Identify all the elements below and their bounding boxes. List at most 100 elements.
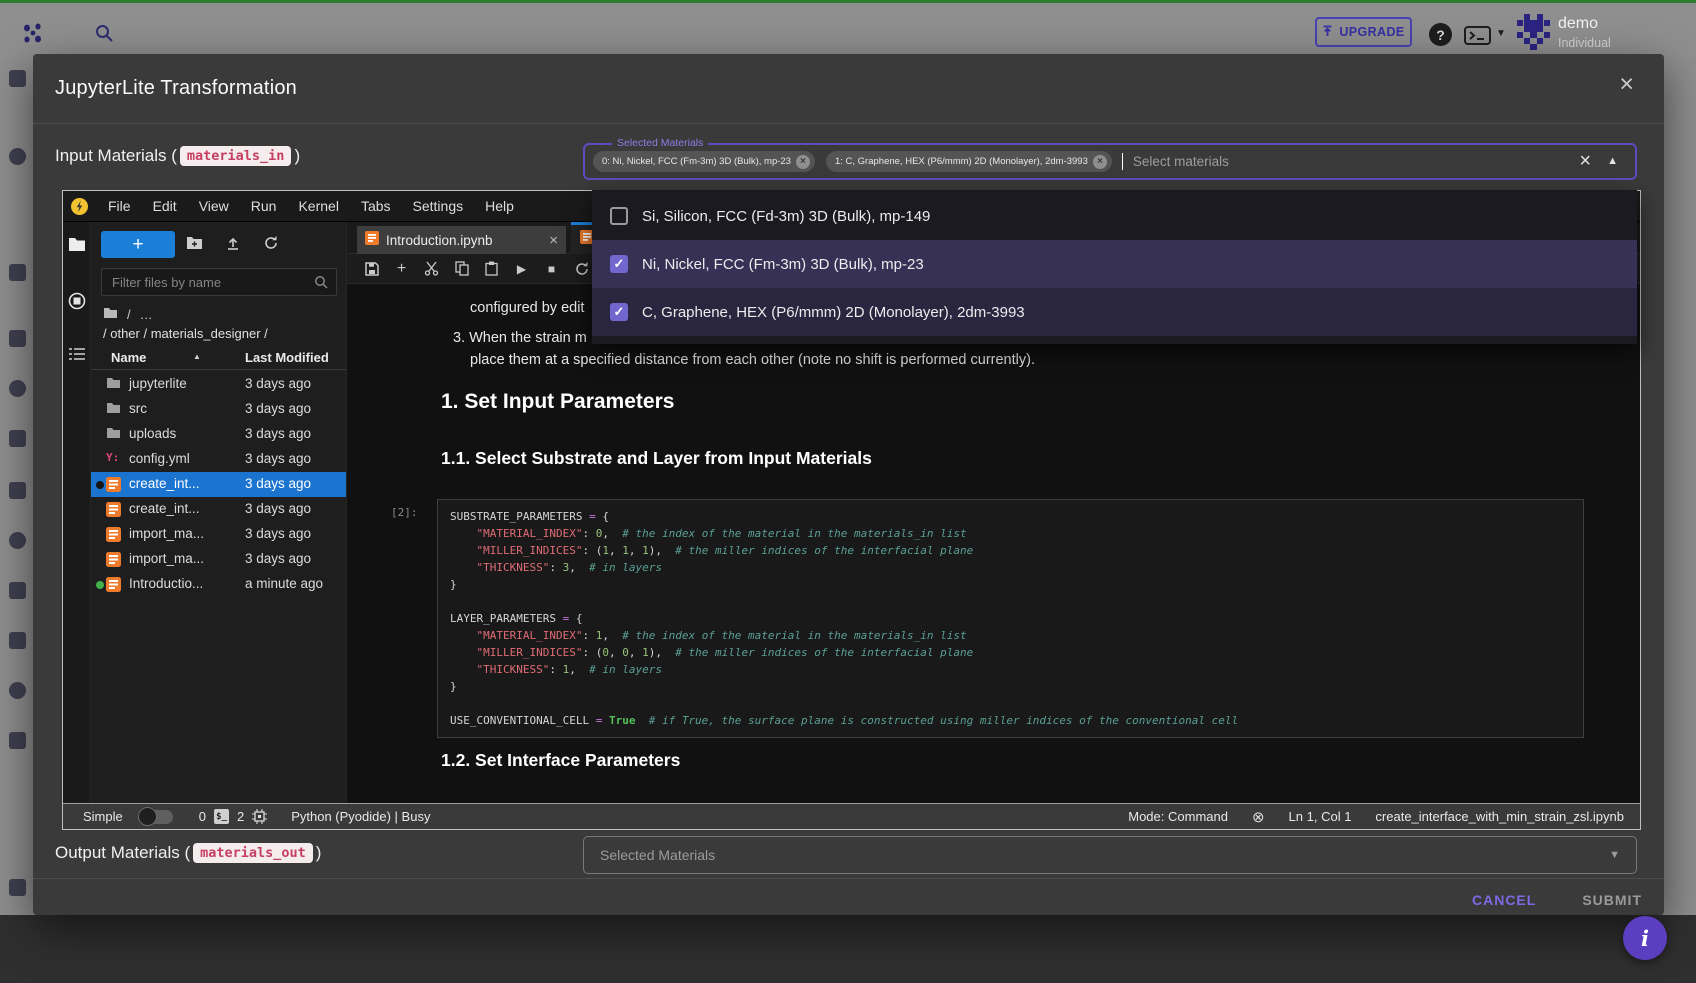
new-launcher-button[interactable]: + — [101, 231, 175, 258]
selected-materials-field[interactable]: Selected Materials 0: Ni, Nickel, FCC (F… — [583, 143, 1637, 180]
avatar[interactable] — [1517, 14, 1550, 56]
file-name: config.yml — [129, 451, 190, 466]
chip-label: 1: C, Graphene, HEX (P6/mmm) 2D (Monolay… — [835, 156, 1088, 167]
kernel-status[interactable]: Python (Pyodide) | Busy — [291, 809, 430, 824]
file-browser-icon[interactable] — [68, 237, 86, 257]
file-modified: 3 days ago — [245, 526, 311, 541]
upgrade-button[interactable]: UPGRADE — [1315, 17, 1412, 47]
running-sessions-icon[interactable] — [68, 292, 86, 315]
submit-button[interactable]: SUBMIT — [1582, 892, 1642, 908]
material-option[interactable]: Si, Silicon, FCC (Fd-3m) 3D (Bulk), mp-1… — [592, 192, 1637, 240]
file-row[interactable]: src 3 days ago — [91, 397, 346, 422]
chevron-up-icon[interactable]: ▲ — [1607, 155, 1618, 167]
background-app-icon — [9, 264, 26, 281]
checkbox-checked-icon[interactable]: ✓ — [610, 303, 628, 321]
simple-mode-toggle[interactable] — [139, 810, 173, 824]
home-folder-icon[interactable] — [103, 307, 118, 322]
file-row[interactable]: import_ma... 3 days ago — [91, 547, 346, 572]
file-name: create_int... — [129, 476, 200, 491]
chevron-down-icon[interactable]: ▼ — [1609, 849, 1620, 861]
search-icon[interactable] — [95, 24, 114, 48]
refresh-icon[interactable] — [264, 236, 278, 255]
kernel-running-dot — [96, 481, 104, 489]
sort-ascending-icon[interactable]: ▲ — [193, 352, 201, 361]
menu-item[interactable]: Kernel — [287, 198, 349, 214]
cut-cell-icon[interactable] — [424, 261, 439, 276]
divider — [33, 878, 1664, 879]
output-materials-label-prefix: Output Materials ( — [55, 843, 190, 863]
new-folder-icon[interactable] — [186, 236, 203, 255]
background-bottom-panel — [0, 915, 1696, 983]
checkbox-checked-icon[interactable]: ✓ — [610, 255, 628, 273]
copy-cell-icon[interactable] — [454, 261, 469, 276]
folder-icon — [106, 377, 121, 389]
menu-item[interactable]: Run — [240, 198, 288, 214]
background-app-icon — [9, 532, 26, 549]
help-icon[interactable]: ? — [1429, 23, 1452, 46]
file-row[interactable]: create_int... 3 days ago — [91, 472, 346, 497]
file-filter-input[interactable] — [102, 269, 336, 295]
toggle-knob — [138, 807, 157, 826]
selected-material-chip[interactable]: 1: C, Graphene, HEX (P6/mmm) 2D (Monolay… — [826, 151, 1112, 172]
background-app-icon — [9, 632, 26, 649]
selected-material-chip[interactable]: 0: Ni, Nickel, FCC (Fm-3m) 3D (Bulk), mp… — [593, 151, 815, 172]
breadcrumb-root[interactable]: / — [127, 307, 131, 322]
file-filter-box — [101, 268, 337, 296]
output-materials-label: Output Materials ( materials_out ) — [55, 843, 321, 863]
add-cell-icon[interactable]: + — [394, 260, 409, 278]
info-fab-button[interactable]: i — [1623, 916, 1667, 960]
background-app-icon — [9, 682, 26, 699]
code-cell[interactable]: SUBSTRATE_PARAMETERS = { "MATERIAL_INDEX… — [437, 499, 1584, 738]
run-cell-icon[interactable]: ▶ — [514, 262, 529, 276]
chip-remove-icon[interactable]: × — [1093, 155, 1107, 169]
menu-item[interactable]: Settings — [402, 198, 475, 214]
menu-item[interactable]: File — [97, 198, 142, 214]
select-materials-input[interactable] — [1133, 154, 1563, 169]
breadcrumb-ellipsis[interactable]: … — [140, 307, 153, 322]
menu-item[interactable]: Tabs — [350, 198, 402, 214]
notebook-file-icon — [106, 502, 121, 517]
material-option[interactable]: ✓ Ni, Nickel, FCC (Fm-3m) 3D (Bulk), mp-… — [592, 240, 1637, 288]
breadcrumb: / … — [103, 307, 153, 322]
checkbox-unchecked-icon[interactable] — [610, 207, 628, 225]
selected-material-chips: 0: Ni, Nickel, FCC (Fm-3m) 3D (Bulk), mp… — [593, 151, 1112, 172]
paste-cell-icon[interactable] — [484, 261, 499, 276]
console-icon[interactable] — [1464, 26, 1491, 50]
cancel-button[interactable]: CANCEL — [1472, 892, 1536, 908]
chevron-down-icon[interactable]: ▼ — [1496, 28, 1506, 39]
file-row[interactable]: jupyterlite 3 days ago — [91, 372, 346, 397]
tab-introduction-ipynb[interactable]: Introduction.ipynb × — [357, 226, 566, 254]
table-of-contents-icon[interactable] — [68, 347, 86, 366]
file-row[interactable]: uploads 3 days ago — [91, 422, 346, 447]
user-info[interactable]: demo Individual — [1558, 15, 1611, 50]
file-row[interactable]: import_ma... 3 days ago — [91, 522, 346, 547]
file-name: import_ma... — [129, 526, 204, 541]
chip-remove-icon[interactable]: × — [796, 155, 810, 169]
output-materials-select[interactable]: Selected Materials ▼ — [583, 836, 1637, 874]
file-row[interactable]: Y: config.yml 3 days ago — [91, 447, 346, 472]
upgrade-arrow-icon — [1322, 25, 1333, 40]
notebook-tab-icon — [365, 231, 379, 250]
cursor-position: Ln 1, Col 1 — [1289, 809, 1352, 824]
background-app-icon — [9, 148, 26, 165]
menu-item[interactable]: Help — [474, 198, 525, 214]
command-mode-icon: ⊗ — [1252, 808, 1265, 826]
material-option[interactable]: ✓ C, Graphene, HEX (P6/mmm) 2D (Monolaye… — [592, 288, 1637, 336]
screen: UPGRADE ? ▼ demo Individual JupyterLite … — [0, 0, 1696, 983]
menu-item[interactable]: View — [188, 198, 240, 214]
menu-item[interactable]: Edit — [142, 198, 188, 214]
breadcrumb-path[interactable]: / other / materials_designer / — [103, 326, 268, 341]
tab-close-icon[interactable]: × — [549, 232, 558, 249]
file-row[interactable]: Introductio... a minute ago — [91, 572, 346, 597]
column-last-modified[interactable]: Last Modified — [245, 350, 329, 365]
save-icon[interactable] — [364, 262, 379, 276]
column-name[interactable]: Name — [111, 350, 146, 365]
clear-selection-icon[interactable]: × — [1579, 150, 1591, 173]
restart-kernel-icon[interactable] — [574, 262, 589, 276]
code-line: LAYER_PARAMETERS = { — [450, 610, 1573, 627]
file-row[interactable]: create_int... 3 days ago — [91, 497, 346, 522]
file-modified: 3 days ago — [245, 551, 311, 566]
upload-icon[interactable] — [226, 236, 240, 255]
close-icon[interactable]: × — [1619, 72, 1634, 97]
stop-kernel-icon[interactable]: ■ — [544, 262, 559, 276]
